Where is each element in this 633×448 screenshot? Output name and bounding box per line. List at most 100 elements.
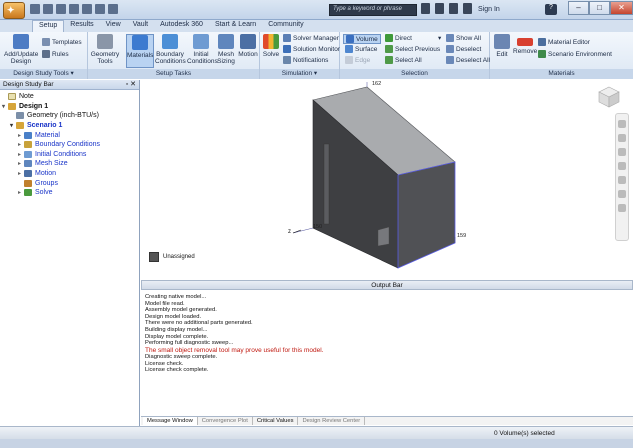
boundary-conditions-button[interactable]: Boundary Conditions bbox=[155, 34, 186, 65]
remove-button[interactable]: Remove bbox=[513, 34, 537, 55]
pane-controls[interactable]: ▫ ✕ bbox=[126, 80, 136, 88]
initial-conditions-button[interactable]: Initial Conditions bbox=[187, 34, 218, 65]
templates-icon bbox=[42, 38, 50, 46]
add-update-design-button[interactable]: Add/Update Design bbox=[4, 34, 38, 65]
tab-autodesk-360[interactable]: Autodesk 360 bbox=[154, 20, 209, 32]
tree-node-motion[interactable]: ▸ Motion bbox=[0, 169, 139, 179]
zoom-icon[interactable] bbox=[618, 148, 626, 156]
search-input[interactable]: Type a keyword or phrase bbox=[329, 4, 417, 16]
box-side-face[interactable] bbox=[397, 161, 456, 269]
graphics-viewport[interactable]: 162 159 150 z Unassigned bbox=[141, 80, 633, 279]
tree-node-initial-conditions[interactable]: ▸ Initial Conditions bbox=[0, 150, 139, 160]
viewcube-icon[interactable] bbox=[596, 84, 622, 110]
print-icon[interactable] bbox=[69, 4, 79, 14]
group-label[interactable]: Simulation ▾ bbox=[260, 69, 339, 79]
tab-start-learn[interactable]: Start & Learn bbox=[209, 20, 262, 32]
edge-toggle[interactable]: Edge bbox=[345, 56, 370, 64]
direct-dropdown[interactable]: Direct ▾ bbox=[385, 34, 441, 42]
sign-in-link[interactable]: Sign In bbox=[478, 6, 500, 13]
mesh-sizing-icon bbox=[218, 34, 234, 49]
tree-node-boundary-conditions[interactable]: ▸ Boundary Conditions bbox=[0, 140, 139, 150]
redo-icon[interactable] bbox=[95, 4, 105, 14]
communication-icon[interactable] bbox=[449, 3, 458, 14]
solve-button[interactable]: Solve bbox=[261, 34, 281, 58]
tree-node-solve[interactable]: ▸ Solve bbox=[0, 188, 139, 198]
design-study-bar-header: Design Study Bar ▫ ✕ bbox=[0, 80, 139, 90]
output-line: There were no additional parts generated… bbox=[145, 320, 253, 327]
favorites-icon[interactable] bbox=[463, 3, 472, 14]
new-icon[interactable] bbox=[30, 4, 40, 14]
small-block-feature[interactable] bbox=[377, 226, 390, 247]
tree-node-note[interactable]: Note bbox=[0, 92, 139, 102]
output-line: Creating native model... bbox=[145, 294, 207, 300]
rules-button[interactable]: Rules bbox=[42, 50, 69, 58]
subscription-icon[interactable] bbox=[435, 3, 444, 14]
edit-button[interactable]: Edit bbox=[492, 34, 512, 58]
close-button[interactable]: ✕ bbox=[610, 1, 633, 15]
design-icon bbox=[8, 102, 16, 110]
group-setup-tasks: Geometry Tools Materials Boundary Condit… bbox=[88, 32, 260, 79]
tab-view[interactable]: View bbox=[100, 20, 127, 32]
pan-icon[interactable] bbox=[618, 134, 626, 142]
open-icon[interactable] bbox=[43, 4, 53, 14]
rules-icon bbox=[42, 50, 50, 58]
group-label[interactable]: Design Study Tools ▾ bbox=[0, 69, 87, 79]
geometry-tools-button[interactable]: Geometry Tools bbox=[90, 34, 120, 65]
help-menu-icon[interactable] bbox=[108, 4, 118, 14]
look-at-icon[interactable] bbox=[618, 176, 626, 184]
fit-all-icon[interactable] bbox=[618, 190, 626, 198]
help-button[interactable]: ? bbox=[545, 4, 557, 15]
steering-wheel-icon[interactable] bbox=[618, 120, 626, 128]
geometry-icon bbox=[16, 112, 24, 120]
binoculars-icon[interactable] bbox=[421, 3, 430, 14]
tree-node-mesh-size[interactable]: ▸ Mesh Size bbox=[0, 159, 139, 169]
materials-button[interactable]: Materials bbox=[126, 34, 154, 68]
tree-node-geometry[interactable]: Geometry (inch-BTU/s) bbox=[0, 111, 139, 121]
solution-monitor-button[interactable]: Solution Monitor bbox=[283, 45, 340, 53]
maximize-button[interactable]: □ bbox=[589, 1, 610, 15]
surface-toggle[interactable]: Surface bbox=[345, 45, 377, 53]
show-all-button[interactable]: Show All bbox=[446, 34, 481, 42]
output-line: Assembly model generated. bbox=[145, 307, 217, 314]
tab-design-review-center[interactable]: Design Review Center bbox=[298, 417, 366, 425]
minimize-button[interactable]: – bbox=[568, 1, 589, 15]
tab-vault[interactable]: Vault bbox=[127, 20, 154, 32]
tab-results[interactable]: Results bbox=[64, 20, 99, 32]
solver-manager-button[interactable]: Solver Manager bbox=[283, 34, 339, 42]
quick-access-toolbar bbox=[30, 4, 118, 14]
group-materials: Edit Remove Material Editor Scenario Env… bbox=[490, 32, 633, 79]
select-previous-button[interactable]: Select Previous bbox=[385, 45, 440, 53]
model-view[interactable] bbox=[141, 80, 633, 279]
edge-icon bbox=[345, 56, 353, 64]
application-menu-button[interactable]: ✦ bbox=[3, 2, 25, 19]
tab-convergence-plot[interactable]: Convergence Plot bbox=[198, 417, 253, 425]
motion-button[interactable]: Motion bbox=[237, 34, 259, 58]
motion-icon bbox=[24, 170, 32, 178]
save-icon[interactable] bbox=[56, 4, 66, 14]
output-line: Diagnostic sweep complete. bbox=[145, 354, 218, 361]
tree-node-design[interactable]: ▾ Design 1 bbox=[0, 102, 139, 112]
deselect-all-button[interactable]: Deselect All bbox=[446, 56, 490, 64]
boundary-conditions-icon bbox=[162, 34, 178, 49]
orbit-icon[interactable] bbox=[618, 162, 626, 170]
volume-toggle[interactable]: Volume bbox=[343, 34, 381, 44]
handle-feature[interactable] bbox=[323, 143, 330, 225]
select-all-button[interactable]: Select All bbox=[385, 56, 422, 64]
tab-critical-values[interactable]: Critical Values bbox=[253, 417, 299, 425]
mesh-sizing-button[interactable]: Mesh Sizing bbox=[216, 34, 236, 65]
templates-button[interactable]: Templates bbox=[42, 38, 82, 46]
deselect-button[interactable]: Deselect bbox=[446, 45, 481, 53]
window-bottom-edge bbox=[0, 439, 633, 448]
tree-node-material[interactable]: ▸ Material bbox=[0, 130, 139, 140]
settings-icon[interactable] bbox=[618, 204, 626, 212]
tab-setup[interactable]: Setup bbox=[32, 20, 65, 32]
scenario-environment-button[interactable]: Scenario Environment bbox=[538, 50, 612, 58]
notifications-button[interactable]: Notifications bbox=[283, 56, 328, 64]
tree-node-scenario[interactable]: ▾ Scenario 1 bbox=[0, 121, 139, 131]
tree-node-groups[interactable]: Groups bbox=[0, 178, 139, 188]
output-bar-header[interactable]: Output Bar bbox=[141, 280, 633, 290]
undo-icon[interactable] bbox=[82, 4, 92, 14]
tab-community[interactable]: Community bbox=[262, 20, 309, 32]
tab-message-window[interactable]: Message Window bbox=[143, 417, 198, 425]
material-editor-button[interactable]: Material Editor bbox=[538, 38, 590, 46]
